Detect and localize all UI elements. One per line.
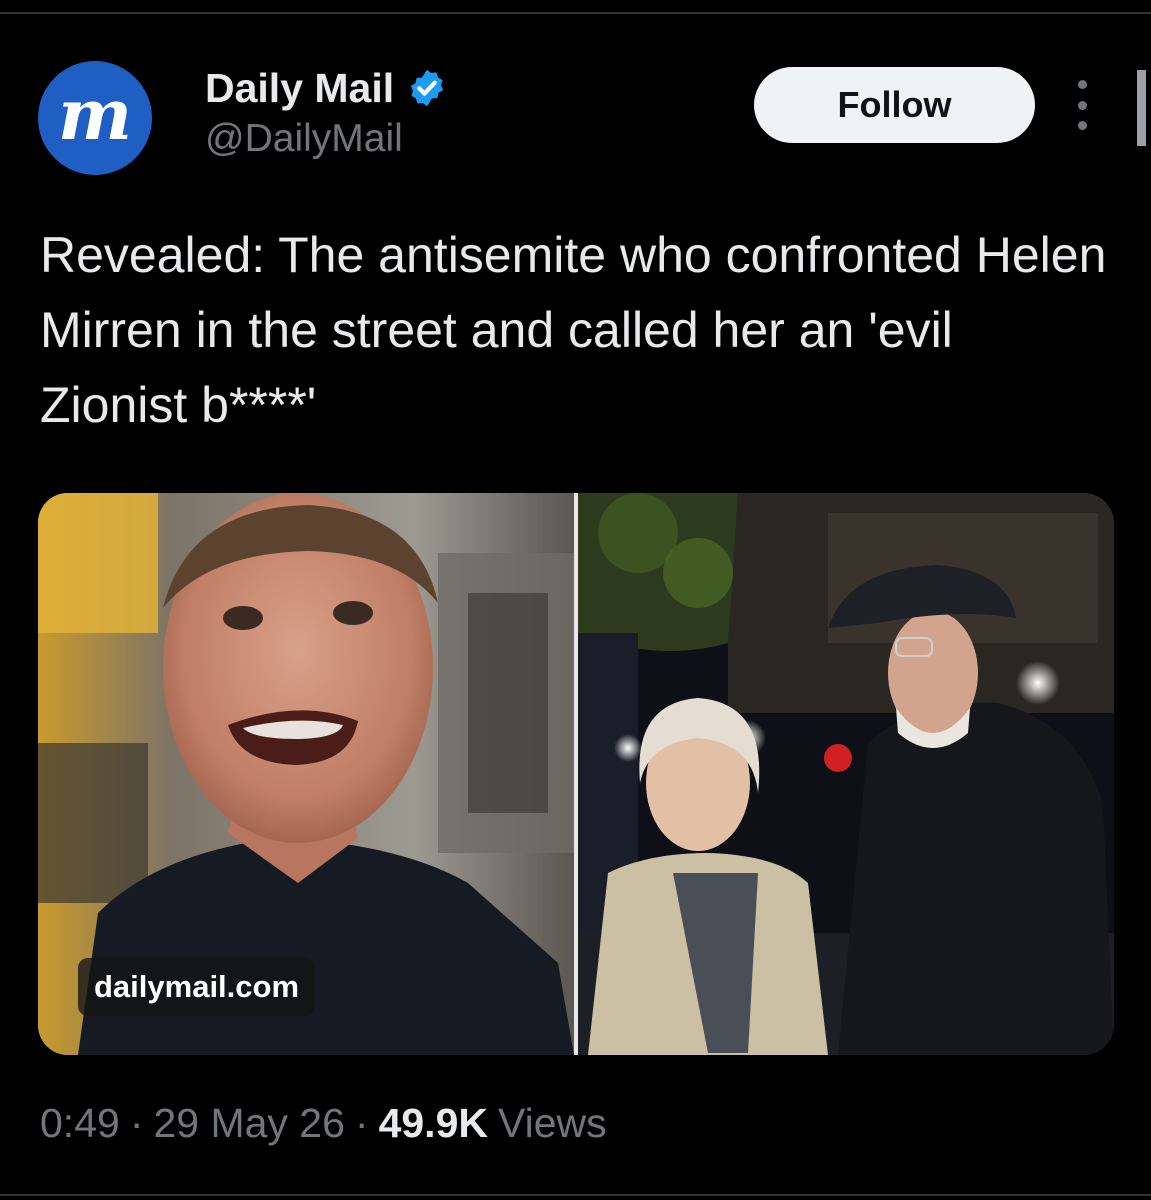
more-dot	[1077, 121, 1087, 130]
meta-separator: ·	[129, 1100, 144, 1146]
avatar[interactable]: m	[38, 61, 152, 175]
more-dot	[1077, 80, 1087, 89]
more-dot	[1077, 100, 1087, 110]
link-domain-label[interactable]: dailymail.com	[78, 958, 316, 1016]
views-count: 49.9K	[378, 1100, 488, 1146]
daily-mail-logo: m	[57, 73, 133, 156]
tweet-date[interactable]: 29 May 26	[153, 1100, 344, 1147]
scrollbar[interactable]	[1137, 70, 1146, 146]
bottom-divider	[0, 1194, 1151, 1196]
views-label: Views	[498, 1100, 607, 1146]
follow-button[interactable]: Follow	[754, 67, 1035, 143]
helen-mirren-photo[interactable]	[578, 493, 1114, 1055]
meta-separator: ·	[354, 1100, 369, 1146]
author-handle[interactable]: @DailyMail	[205, 117, 403, 161]
tweet-meta: 0:49 · 29 May 26 · 49.9K Views	[40, 1100, 607, 1147]
display-name[interactable]: Daily Mail	[205, 67, 394, 109]
verified-badge-icon	[411, 69, 444, 107]
tweet-text: Revealed: The antisemite who confronted …	[40, 227, 1107, 433]
more-vertical-icon[interactable]	[1070, 80, 1094, 130]
tweet-time[interactable]: 0:49	[40, 1100, 120, 1147]
street-photo-illustration	[578, 493, 1114, 1055]
top-divider	[0, 12, 1151, 14]
author-name-row: Daily Mail	[205, 62, 448, 114]
